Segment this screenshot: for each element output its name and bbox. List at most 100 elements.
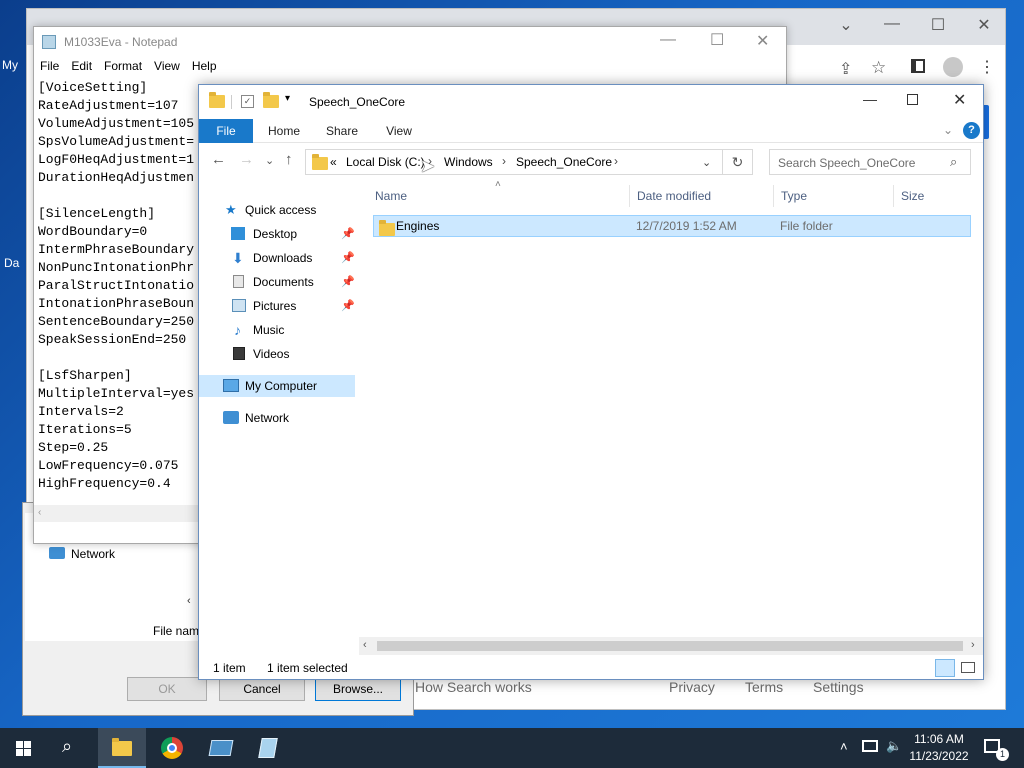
how-search-works-link[interactable]: How Search works bbox=[415, 679, 532, 695]
details-view-icon[interactable] bbox=[935, 659, 955, 677]
breadcrumb-windows[interactable]: Windows bbox=[444, 155, 493, 169]
maximize-icon[interactable]: ☐ bbox=[710, 30, 724, 50]
address-dropdown-icon[interactable]: ⌄ bbox=[702, 156, 711, 169]
new-folder-icon[interactable] bbox=[263, 92, 279, 111]
nav-pictures[interactable]: Pictures 📌 bbox=[199, 295, 355, 317]
menu-help[interactable]: Help bbox=[186, 57, 223, 73]
breadcrumb-speech-onecore[interactable]: Speech_OneCore bbox=[516, 155, 612, 169]
nav-network[interactable]: Network bbox=[199, 407, 355, 429]
menu-format[interactable]: Format bbox=[98, 57, 148, 73]
nav-label: Network bbox=[245, 411, 290, 425]
nav-desktop[interactable]: Desktop 📌 bbox=[199, 223, 355, 245]
clock-date[interactable]: 11/23/2022 bbox=[906, 749, 972, 763]
menu-file[interactable]: File bbox=[34, 57, 65, 73]
properties-icon[interactable]: ✓ bbox=[241, 95, 254, 108]
nav-documents[interactable]: Documents 📌 bbox=[199, 271, 355, 293]
browse-button[interactable]: Browse... bbox=[315, 677, 401, 701]
table-row[interactable]: Engines 12/7/2019 1:52 AM File folder bbox=[373, 215, 971, 237]
address-row: ← → ⌄ ↑ « Local Disk (C:) › Windows › Sp… bbox=[199, 145, 983, 181]
minimize-icon[interactable]: — bbox=[869, 15, 915, 33]
column-size[interactable]: Size bbox=[901, 189, 924, 203]
breadcrumb-separator[interactable]: › bbox=[614, 154, 618, 168]
customize-qat-icon[interactable]: ▾ bbox=[285, 93, 290, 104]
scroll-left-icon[interactable]: ‹ bbox=[38, 507, 41, 518]
maximize-icon[interactable] bbox=[907, 94, 918, 105]
scrollbar-thumb[interactable] bbox=[377, 641, 963, 651]
breadcrumb-separator[interactable]: › bbox=[502, 154, 506, 168]
forward-icon[interactable]: → bbox=[239, 151, 254, 168]
tab-file[interactable]: File bbox=[199, 119, 253, 143]
breadcrumb-local-disk[interactable]: Local Disk (C:) bbox=[346, 155, 425, 169]
address-bar[interactable]: « Local Disk (C:) › Windows › Speech_One… bbox=[305, 149, 723, 175]
notepad-hscrollbar[interactable]: ‹ bbox=[34, 505, 198, 522]
share-icon[interactable]: ⇪ bbox=[839, 59, 852, 79]
column-name[interactable]: Name bbox=[375, 189, 407, 203]
taskbar-file-explorer[interactable] bbox=[98, 728, 146, 768]
privacy-link[interactable]: Privacy bbox=[669, 679, 715, 695]
nav-my-computer[interactable]: My Computer bbox=[199, 375, 355, 397]
pin-icon[interactable]: 📌 bbox=[341, 247, 355, 269]
nav-music[interactable]: ♪ Music bbox=[199, 319, 355, 341]
volume-icon[interactable]: 🔈 bbox=[886, 738, 902, 754]
column-divider[interactable] bbox=[773, 185, 774, 207]
column-divider[interactable] bbox=[893, 185, 894, 207]
tab-view[interactable]: View bbox=[375, 119, 423, 143]
settings-link[interactable]: Settings bbox=[813, 679, 864, 695]
menu-view[interactable]: View bbox=[148, 57, 186, 73]
column-date-modified[interactable]: Date modified bbox=[637, 189, 711, 203]
chevron-down-icon[interactable]: ⌄ bbox=[823, 15, 869, 35]
scroll-left-icon[interactable]: ‹ bbox=[363, 639, 367, 651]
refresh-icon[interactable]: ↻ bbox=[723, 149, 753, 175]
column-type[interactable]: Type bbox=[781, 189, 807, 203]
up-icon[interactable]: ↑ bbox=[285, 151, 293, 168]
close-icon[interactable]: ✕ bbox=[756, 31, 769, 51]
nav-quick-access[interactable]: ★ Quick access bbox=[199, 199, 355, 221]
breadcrumb-overflow[interactable]: « bbox=[330, 155, 337, 169]
column-divider[interactable] bbox=[629, 185, 630, 207]
pin-icon[interactable]: 📌 bbox=[341, 295, 355, 317]
desktop-icon-label[interactable]: Da bbox=[4, 256, 19, 270]
help-icon[interactable]: ? bbox=[963, 122, 980, 139]
start-button[interactable] bbox=[0, 728, 46, 768]
taskbar-app[interactable] bbox=[198, 728, 244, 768]
minimize-icon[interactable]: — bbox=[660, 31, 676, 49]
close-icon[interactable]: ✕ bbox=[953, 90, 966, 110]
cancel-button[interactable]: Cancel bbox=[219, 677, 305, 701]
pin-icon[interactable]: 📌 bbox=[341, 271, 355, 293]
scroll-left-icon[interactable]: ‹ bbox=[187, 595, 191, 607]
row-name[interactable]: Engines bbox=[396, 219, 439, 233]
taskbar-notepad[interactable] bbox=[246, 728, 292, 768]
network-icon[interactable] bbox=[862, 740, 878, 752]
file-list-hscrollbar[interactable]: ‹ › bbox=[359, 637, 983, 655]
menu-edit[interactable]: Edit bbox=[65, 57, 98, 73]
maximize-icon[interactable]: ☐ bbox=[915, 15, 961, 35]
search-input[interactable]: Search Speech_OneCore ⌕ bbox=[769, 149, 971, 175]
close-icon[interactable]: ✕ bbox=[961, 15, 1007, 35]
search-button[interactable]: ⌕ bbox=[48, 728, 94, 768]
ok-button[interactable]: OK bbox=[127, 677, 207, 701]
tab-share[interactable]: Share bbox=[317, 119, 367, 143]
recent-locations-icon[interactable]: ⌄ bbox=[265, 154, 274, 167]
large-icons-view-icon[interactable] bbox=[961, 662, 975, 673]
star-icon[interactable]: ☆ bbox=[871, 58, 886, 78]
back-icon[interactable]: ← bbox=[211, 151, 226, 168]
expand-ribbon-icon[interactable]: ⌄ bbox=[943, 123, 953, 137]
notepad-text-area[interactable]: [VoiceSetting] RateAdjustment=107 VolumeAd… bbox=[38, 79, 198, 493]
menu-dots-icon[interactable]: ⋮ bbox=[979, 57, 995, 77]
desktop-icon-label[interactable]: My bbox=[2, 58, 18, 72]
nav-downloads[interactable]: ⬇ Downloads 📌 bbox=[199, 247, 355, 269]
clock-time[interactable]: 11:06 AM bbox=[906, 732, 972, 746]
scroll-right-icon[interactable]: › bbox=[971, 639, 975, 651]
app-icon bbox=[208, 740, 234, 756]
dialog-network-item[interactable]: Network bbox=[71, 547, 115, 561]
show-hidden-icons[interactable]: ˄ bbox=[840, 739, 848, 754]
terms-link[interactable]: Terms bbox=[745, 679, 783, 695]
minimize-icon[interactable]: — bbox=[863, 91, 877, 107]
nav-videos[interactable]: Videos bbox=[199, 343, 355, 365]
search-icon[interactable]: ⌕ bbox=[950, 154, 957, 170]
sidepanel-icon[interactable] bbox=[911, 59, 925, 73]
tab-home[interactable]: Home bbox=[259, 119, 309, 143]
pin-icon[interactable]: 📌 bbox=[341, 223, 355, 245]
profile-icon[interactable] bbox=[943, 57, 963, 77]
taskbar-chrome[interactable] bbox=[148, 728, 194, 768]
